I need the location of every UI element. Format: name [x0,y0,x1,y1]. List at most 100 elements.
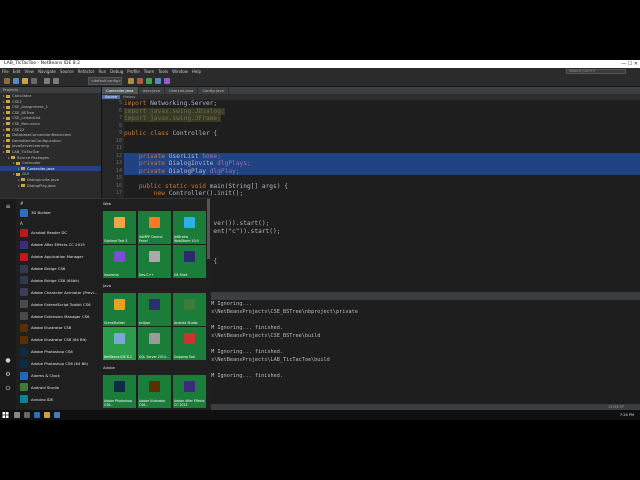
tile-label: Android Studio [174,321,198,325]
app-list-item[interactable]: Acrobat Reader DC [18,227,100,239]
app-tile[interactable]: Dev-C++ [138,245,171,278]
redo-icon[interactable] [53,78,59,84]
editor-tab[interactable]: Config.java [198,87,229,94]
undo-icon[interactable] [44,78,50,84]
app-list-item[interactable]: Adobe Bridge CS6 (64bit) [18,274,100,286]
new-file-icon[interactable] [13,78,19,84]
app-list-item[interactable]: Adobe Application Manager [18,251,100,263]
app-tile[interactable]: Adobe Photoshop CS6... [103,375,136,408]
tree-item-label: CSE_BSTree [12,109,35,115]
editor-tab[interactable]: Controller.java [102,87,139,94]
menu-item-window[interactable]: Window [172,69,188,74]
app-list-scrollbar[interactable] [207,199,210,259]
app-icon [20,323,28,332]
tree-item[interactable]: ▸ DialogPlay.java [0,183,101,189]
app-icon [20,300,28,309]
app-tile[interactable]: SQL Server 2014... [138,327,171,360]
app-tile[interactable]: eclipse [138,293,171,326]
app-list-item[interactable]: Alarms & Clock [18,370,100,382]
config-select[interactable]: <default config> [88,77,122,85]
profile-icon[interactable] [164,78,170,84]
edge-icon[interactable] [34,412,40,418]
app-label: Adobe After Effects CC 2015 [31,242,85,248]
app-list-item[interactable]: Adobe Extension Manager CS6 [18,310,100,322]
code-line: 15 [116,175,640,183]
menu-item-run[interactable]: Run [98,69,106,74]
code-line: 16 public static void main(String[] args… [116,182,640,191]
app-icon [20,208,28,217]
letter-header[interactable]: # [18,199,100,207]
menu-item-debug[interactable]: Debug [110,69,123,74]
letter-header[interactable]: A [18,219,100,227]
run-icon[interactable] [146,78,152,84]
tile-icon [149,333,160,344]
clean-build-icon[interactable] [137,78,143,84]
build-icon[interactable] [128,78,134,84]
line-number: 5 [118,100,122,106]
app-list-item[interactable]: Adobe ExtendScript Toolkit CS6 [18,298,100,310]
menu-item-refactor[interactable]: Refactor [78,69,95,74]
app-tile[interactable]: Adobe Illustrator CS6... [138,375,171,408]
menu-item-help[interactable]: Help [192,69,201,74]
app-tile[interactable]: SceneBuilder [103,293,136,326]
app-tile[interactable]: NetBeans IDE 8.2 [103,327,136,360]
editor-tab[interactable]: UserList.java [165,87,199,94]
save-all-icon[interactable] [31,78,37,84]
tile-label: Sublime Text 3 [104,239,128,243]
code-token: public static void [124,182,210,190]
folder-icon [21,178,25,182]
app-tile[interactable]: Sublime Text 3 [103,211,136,244]
search-icon[interactable] [14,412,20,418]
menu-item-view[interactable]: View [24,69,34,74]
app-tile[interactable]: JetBrains WebStorm 10.0 [173,211,206,244]
hamburger-icon[interactable]: ≡ [4,203,12,211]
app-tile[interactable]: Insomnia [103,245,136,278]
app-list-item[interactable]: Adobe Photoshop CS6 (64 Bit) [18,358,100,370]
tree-item-label: CSE_Assignment_1 [12,104,49,110]
menu-item-navigate[interactable]: Navigate [38,69,56,74]
app-tile[interactable]: Adobe After Effects CC 2015 [173,375,206,408]
menu-item-tools[interactable]: Tools [158,69,168,74]
search-input[interactable]: Search (Ctrl+I) [566,69,626,74]
app-list-item[interactable]: Adobe Bridge CS6 [18,263,100,275]
menu-item-profile[interactable]: Profile [127,69,139,74]
windows-start-icon[interactable] [2,412,9,418]
app-list-item[interactable]: Android Studio [18,381,100,393]
app-list-item[interactable]: Adobe Character Animator (Previ... [18,286,100,298]
app-tile[interactable]: Snipping Tool [173,327,206,360]
code-token: new [124,190,169,197]
app-list-item[interactable]: Adobe Photoshop CS6 [18,346,100,358]
app-tile[interactable]: Git Shell [173,245,206,278]
power-icon[interactable]: ⏻ [4,385,12,393]
app-icon [20,276,28,285]
menu-item-edit[interactable]: Edit [13,69,21,74]
app-list-item[interactable]: Adobe Illustrator CS6 (64 Bit) [18,334,100,346]
user-icon[interactable]: ● [4,357,12,365]
editor-tab[interactable]: User.java [139,87,165,94]
menu-item-file[interactable]: File [2,69,9,74]
folder-icon [6,100,10,104]
history-tab[interactable]: History [120,95,138,99]
menu-item-source[interactable]: Source [60,69,74,74]
app-list-item[interactable]: Arduino IDE [18,393,100,405]
netbeans-taskbar-icon[interactable] [54,412,60,418]
app-tile[interactable]: XAMPP Control Panel [138,211,171,244]
file-explorer-icon[interactable] [44,412,50,418]
tile-label: SQL Server 2014... [139,355,169,359]
code-line: 13 private DialogInvite dlgPlays; [116,160,640,168]
app-tile[interactable]: Android Studio [173,293,206,326]
task-view-icon[interactable] [24,412,30,418]
app-list-item[interactable]: Adobe After Effects CC 2015 [18,239,100,251]
new-project-icon[interactable] [4,78,10,84]
app-icon [20,228,28,237]
settings-icon[interactable]: ⚙ [4,371,12,379]
window-controls[interactable]: — ☐ ✕ [621,60,638,68]
start-rail: ≡ ● ⚙ ⏻ [0,199,16,411]
debug-icon[interactable] [155,78,161,84]
open-project-icon[interactable] [22,78,28,84]
app-list-item[interactable]: Adobe Illustrator CS6 [18,322,100,334]
source-tab[interactable]: Source [102,95,121,99]
menu-item-team[interactable]: Team [144,69,155,74]
app-list-item[interactable]: 3D Builder [18,207,100,219]
tile-label: Adobe Illustrator CS6... [139,399,166,407]
